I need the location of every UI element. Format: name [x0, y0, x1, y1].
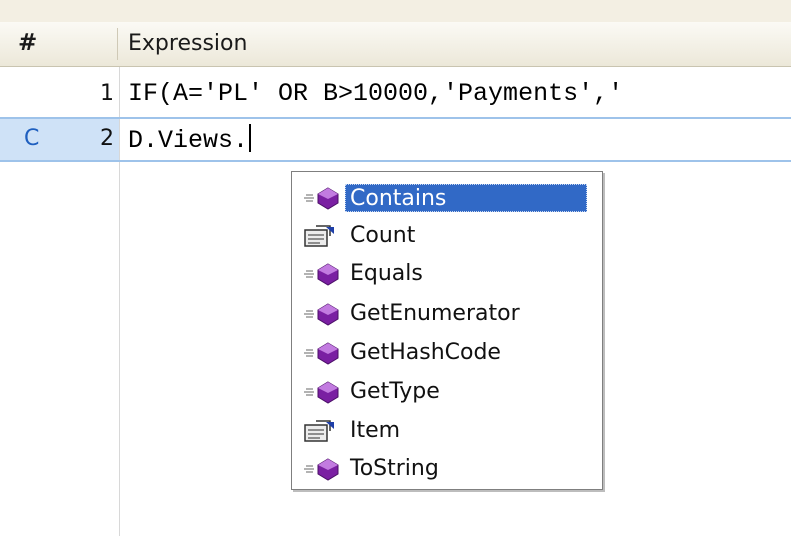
autocomplete-item-item[interactable]: Item — [292, 413, 602, 449]
autocomplete-item-label: Item — [350, 418, 401, 443]
autocomplete-item-label: GetType — [350, 379, 440, 404]
row-number: 1 — [100, 81, 114, 106]
method-icon — [304, 381, 339, 404]
autocomplete-item-contains[interactable]: Contains — [292, 180, 602, 216]
autocomplete-item-gettype[interactable]: GetType — [292, 374, 602, 410]
autocomplete-item-label: Contains — [345, 184, 587, 212]
method-icon — [304, 187, 339, 210]
row-number-column-header[interactable]: # — [18, 30, 37, 56]
method-icon — [304, 342, 339, 365]
column-divider[interactable] — [117, 28, 118, 60]
autocomplete-item-label: Count — [350, 223, 416, 248]
autocomplete-item-label: GetHashCode — [350, 340, 501, 365]
autocomplete-item-tostring[interactable]: ToString — [292, 451, 602, 487]
expression-text: D.Views. — [128, 126, 249, 155]
property-icon — [304, 420, 334, 442]
autocomplete-item-gethashcode[interactable]: GetHashCode — [292, 335, 602, 371]
table-row[interactable]: 1 IF(A='PL' OR B>10000,'Payments',' — [0, 72, 791, 116]
autocomplete-item-label: ToString — [350, 456, 439, 481]
expression-cell[interactable]: IF(A='PL' OR B>10000,'Payments',' — [128, 79, 623, 108]
method-icon — [304, 458, 339, 481]
property-icon — [304, 225, 334, 247]
autocomplete-item-label: GetEnumerator — [350, 301, 520, 326]
autocomplete-item-getenumerator[interactable]: GetEnumerator — [292, 296, 602, 332]
expression-editor[interactable]: D.Views. — [128, 124, 252, 155]
row-number: 2 — [100, 126, 114, 151]
autocomplete-item-equals[interactable]: Equals — [292, 256, 602, 292]
row-status-tag: C — [24, 126, 40, 151]
autocomplete-popup[interactable]: Contains Count Equals GetEnumerator GetH… — [291, 171, 603, 490]
method-icon — [304, 263, 339, 286]
autocomplete-item-count[interactable]: Count — [292, 218, 602, 254]
text-caret — [249, 124, 252, 152]
method-icon — [304, 303, 339, 326]
window-top-band — [0, 0, 791, 22]
table-row-current[interactable]: C 2 D.Views. — [0, 117, 791, 162]
grid-header: # Expression — [0, 22, 791, 67]
expression-column-header[interactable]: Expression — [128, 31, 247, 56]
autocomplete-item-label: Equals — [350, 261, 423, 286]
